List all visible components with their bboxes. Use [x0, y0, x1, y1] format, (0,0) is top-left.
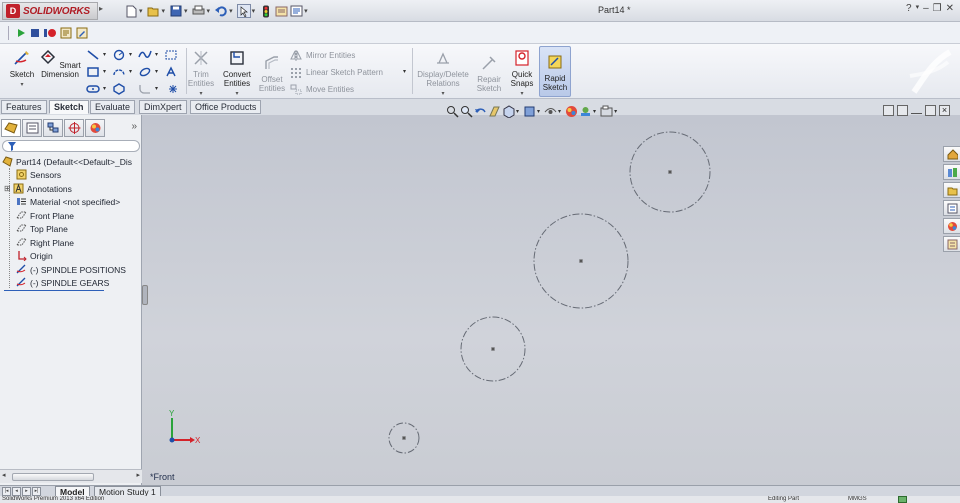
model-tabs-bar: |◂ ◂ ▸ ▸| Model Motion Study 1 [0, 485, 960, 497]
viewport-restore-icon[interactable] [925, 105, 936, 116]
display-manager-tab[interactable] [85, 119, 105, 137]
plane-icon [16, 211, 27, 219]
tree-item-label: Top Plane [30, 223, 68, 234]
feature-manager-tab[interactable] [1, 119, 21, 137]
tree-item-label: Origin [30, 250, 53, 261]
circle-center-points [402, 170, 672, 440]
rollback-bar[interactable] [4, 290, 104, 291]
scroll-left-icon[interactable]: ◂ [2, 471, 6, 479]
units-selector[interactable]: MMGS [848, 496, 867, 503]
sketch-icon [16, 264, 26, 274]
configuration-manager-tab[interactable] [43, 119, 63, 137]
zoom-to-fit-icon[interactable] [446, 105, 459, 118]
hide-show-items-icon[interactable] [544, 105, 557, 118]
solidworks-resources-icon[interactable] [943, 146, 960, 162]
view-orientation-label: *Front [150, 472, 175, 482]
hide-show-dropdown[interactable]: ▾ [558, 108, 561, 115]
apply-scene-icon[interactable] [579, 105, 592, 118]
tree-item-label: Material <not specified> [30, 196, 121, 207]
expand-icon[interactable]: ⊞ [4, 184, 13, 193]
tree-root-part[interactable]: Part14 (Default<<Default>_Dis [2, 155, 132, 168]
annotations-icon [13, 183, 24, 194]
view-settings-icon[interactable] [600, 105, 613, 118]
spindle-circles [388, 131, 711, 454]
split-vertical-icon[interactable] [897, 105, 908, 116]
viewport-close-icon[interactable]: × [939, 105, 950, 116]
triad-y-label: Y [169, 409, 175, 418]
appearances-icon[interactable] [943, 218, 960, 234]
task-pane-tabs [943, 146, 960, 256]
last-tab-icon[interactable]: ▸| [32, 487, 41, 496]
view-orientation-dropdown[interactable]: ▾ [516, 108, 519, 115]
apply-scene-dropdown[interactable]: ▾ [593, 108, 596, 115]
tree-item-label: (-) SPINDLE GEARS [30, 277, 110, 288]
tree-horizontal-scrollbar[interactable]: ◂ ▸ [0, 469, 142, 483]
property-manager-tab[interactable] [22, 119, 42, 137]
edit-appearance-icon[interactable] [565, 105, 578, 118]
prev-tab-icon[interactable]: ◂ [12, 487, 21, 496]
view-orientation-icon[interactable] [502, 104, 515, 118]
design-library-icon[interactable] [943, 164, 960, 180]
tree-item-spindle-gears[interactable]: (-) SPINDLE GEARS [16, 276, 109, 289]
tree-item-top-plane[interactable]: Top Plane [16, 222, 68, 235]
viewport-minimize-icon[interactable] [911, 105, 922, 114]
scroll-thumb[interactable] [12, 473, 94, 481]
display-style-dropdown[interactable]: ▾ [537, 108, 540, 115]
tree-item-label: Front Plane [30, 210, 74, 221]
plane-icon [16, 238, 27, 246]
reference-triad [169, 418, 195, 443]
tree-item-annotations[interactable]: ⊞ Annotations [4, 182, 72, 195]
more-tabs-icon[interactable]: » [131, 121, 137, 132]
first-tab-icon[interactable]: |◂ [2, 487, 11, 496]
section-view-icon[interactable] [488, 105, 501, 118]
scroll-right-icon[interactable]: ▸ [136, 471, 140, 479]
tree-item-material[interactable]: Material <not specified> [16, 195, 120, 208]
tree-item-label: Right Plane [30, 237, 74, 248]
manager-tabs [0, 119, 142, 137]
sketch-icon [16, 277, 26, 287]
previous-view-icon[interactable] [474, 105, 487, 118]
zoom-to-area-icon[interactable] [460, 105, 473, 118]
custom-properties-icon[interactable] [943, 236, 960, 252]
sketch-canvas: Y X [169, 131, 711, 454]
part-icon [2, 156, 13, 167]
filter-icon [8, 142, 16, 151]
view-palette-icon[interactable] [943, 200, 960, 216]
split-horizontal-icon[interactable] [883, 105, 894, 116]
tree-item-right-plane[interactable]: Right Plane [16, 236, 74, 249]
feature-manager-panel: » Part14 (Default<<Default>_Dis Sensors … [0, 115, 142, 485]
rebuild-status-icon[interactable] [898, 496, 907, 503]
tree-item-spindle-positions[interactable]: (-) SPINDLE POSITIONS [16, 263, 126, 276]
tree-item-sensors[interactable]: Sensors [16, 168, 61, 181]
sensors-icon [16, 169, 27, 180]
tree-item-label: Annotations [27, 183, 72, 194]
heads-up-view-toolbar: ▾ ▾ ▾ ▾ ▾ [446, 104, 620, 118]
display-style-icon[interactable] [523, 105, 536, 118]
tree-item-label: (-) SPINDLE POSITIONS [30, 264, 126, 275]
plane-icon [16, 224, 27, 232]
tree-item-front-plane[interactable]: Front Plane [16, 209, 74, 222]
status-product-text: SolidWorks Premium 2013 x64 Edition [2, 496, 105, 502]
file-explorer-icon[interactable] [943, 182, 960, 198]
tree-item-label: Sensors [30, 169, 62, 180]
next-tab-icon[interactable]: ▸ [22, 487, 31, 496]
panel-splitter-handle[interactable] [142, 285, 148, 305]
triad-x-label: X [195, 436, 201, 445]
status-bar: SolidWorks Premium 2013 x64 Edition Edit… [0, 496, 960, 503]
dimxpert-manager-tab[interactable] [64, 119, 84, 137]
view-settings-dropdown[interactable]: ▾ [614, 108, 617, 115]
tree-filter-input[interactable] [2, 140, 140, 152]
tree-item-origin[interactable]: Origin [16, 249, 53, 262]
material-icon [17, 198, 26, 205]
tree-root-label: Part14 (Default<<Default>_Dis [16, 156, 132, 167]
viewport-controls: × [883, 105, 950, 116]
origin-icon [18, 251, 27, 261]
status-mode-text: Editing Part [768, 496, 800, 502]
